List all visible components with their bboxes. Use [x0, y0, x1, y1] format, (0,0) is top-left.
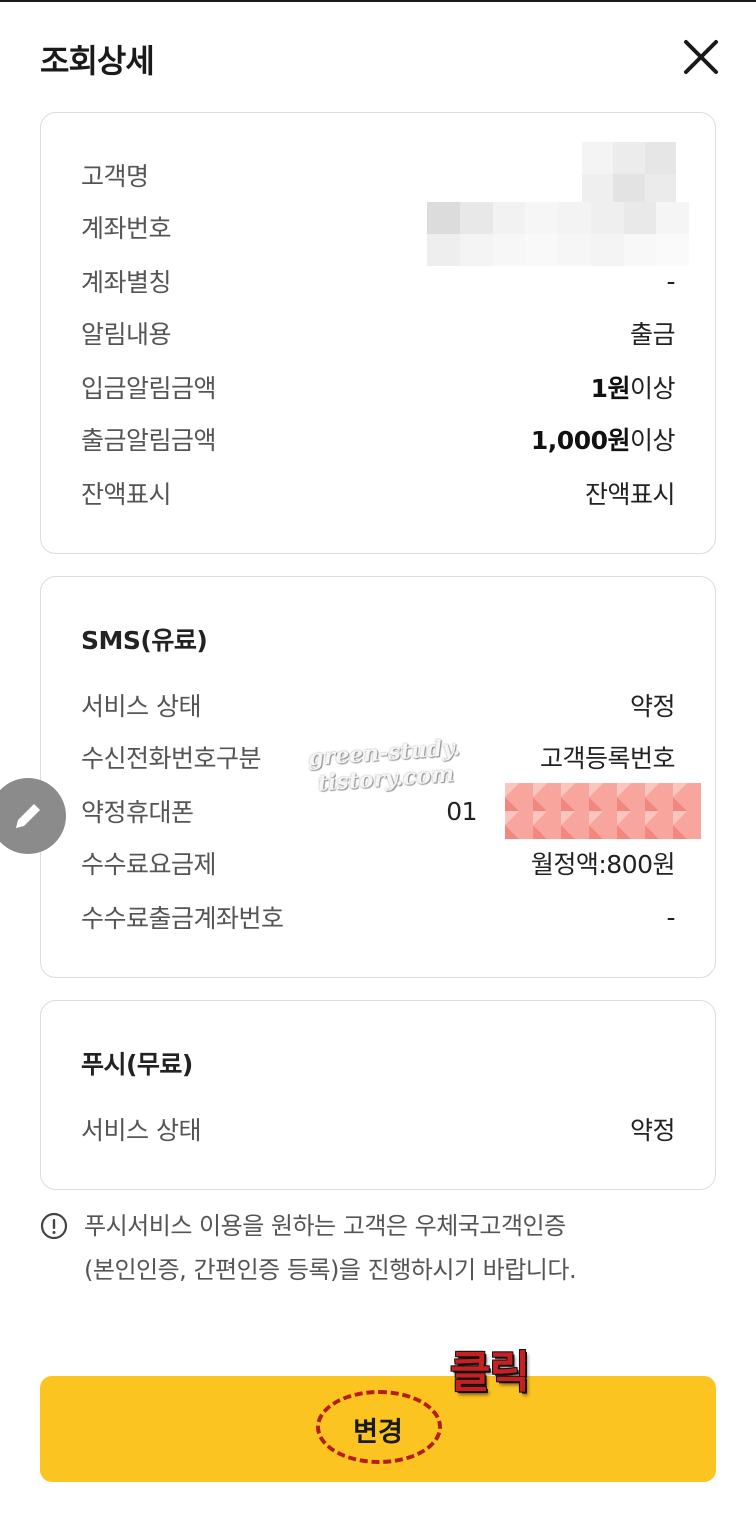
redacted-phone-number	[505, 783, 701, 839]
change-button-label: 변경	[353, 1416, 403, 1447]
page-title: 조회상세	[40, 42, 155, 80]
row-value: 약정	[629, 1116, 676, 1145]
row-label: 수신전화번호구분	[81, 744, 262, 773]
row-label: 출금알림금액	[81, 426, 217, 455]
row-value: 1원이상	[590, 369, 676, 405]
notice-line: (본인인증, 간편인증 등록)을 진행하시기 바랍니다.	[84, 1256, 577, 1284]
pencil-icon	[16, 804, 40, 828]
row-fee-account: 수수료출금계좌번호 -	[81, 897, 675, 937]
row-label: 수수료요금제	[81, 850, 217, 879]
change-button[interactable]: 변경	[40, 1376, 716, 1482]
redacted-customer-name	[582, 142, 676, 206]
close-button[interactable]	[680, 36, 722, 78]
row-value: -	[666, 266, 675, 296]
row-balance-display: 잔액표시 잔액표시	[81, 473, 676, 513]
row-value: 1,000원이상	[530, 421, 676, 457]
row-sms-service-status: 서비스 상태 약정	[81, 685, 676, 725]
push-card: 푸시(무료) 서비스 상태 약정	[40, 1000, 716, 1190]
row-label: 서비스 상태	[81, 1116, 201, 1145]
row-label: 수수료출금계좌번호	[81, 904, 284, 933]
row-value: 약정	[629, 692, 676, 721]
notice-text: 푸시서비스 이용을 원하는 고객은 우체국고객인증 (본인인증, 간편인증 등록…	[40, 1204, 716, 1292]
row-label: 고객명	[81, 162, 149, 191]
row-push-service-status: 서비스 상태 약정	[81, 1109, 676, 1149]
row-value: 월정액:800원	[530, 850, 676, 879]
push-section-title: 푸시(무료)	[81, 1050, 193, 1079]
close-icon	[684, 40, 718, 74]
row-deposit-alert-amount: 입금알림금액 1원이상	[81, 367, 676, 407]
row-account-alias: 계좌별칭 -	[81, 261, 675, 301]
row-label: 계좌번호	[81, 214, 172, 243]
row-value: 출금	[629, 320, 676, 349]
row-value: -	[666, 902, 675, 932]
row-label: 잔액표시	[81, 480, 172, 509]
notice: 푸시서비스 이용을 원하는 고객은 우체국고객인증 (본인인증, 간편인증 등록…	[40, 1204, 716, 1292]
amount-bold: 1원	[590, 374, 631, 403]
amount-bold: 1,000원	[530, 426, 631, 455]
row-value: 01	[446, 796, 477, 826]
row-label: 약정휴대폰	[81, 798, 194, 827]
sms-section-title: SMS(유료)	[81, 626, 208, 655]
notice-line: 푸시서비스 이용을 원하는 고객은 우체국고객인증	[84, 1212, 566, 1240]
row-alert-type: 알림내용 출금	[81, 313, 676, 353]
row-label: 서비스 상태	[81, 692, 201, 721]
redacted-account-number	[427, 202, 689, 266]
amount-suffix: 이상	[629, 374, 676, 403]
row-value: 고객등록번호	[539, 744, 676, 773]
row-value: 잔액표시	[584, 480, 676, 509]
row-label: 계좌별칭	[81, 268, 172, 297]
header: 조회상세	[0, 0, 756, 112]
row-fee-plan: 수수료요금제 월정액:800원	[81, 843, 676, 883]
row-withdraw-alert-amount: 출금알림금액 1,000원이상	[81, 419, 676, 459]
exclamation-circle-icon	[40, 1212, 68, 1240]
amount-suffix: 이상	[629, 426, 676, 455]
annotation-click-text: 클릭	[450, 1347, 530, 1398]
row-label: 입금알림금액	[81, 374, 217, 403]
row-label: 알림내용	[81, 320, 172, 349]
